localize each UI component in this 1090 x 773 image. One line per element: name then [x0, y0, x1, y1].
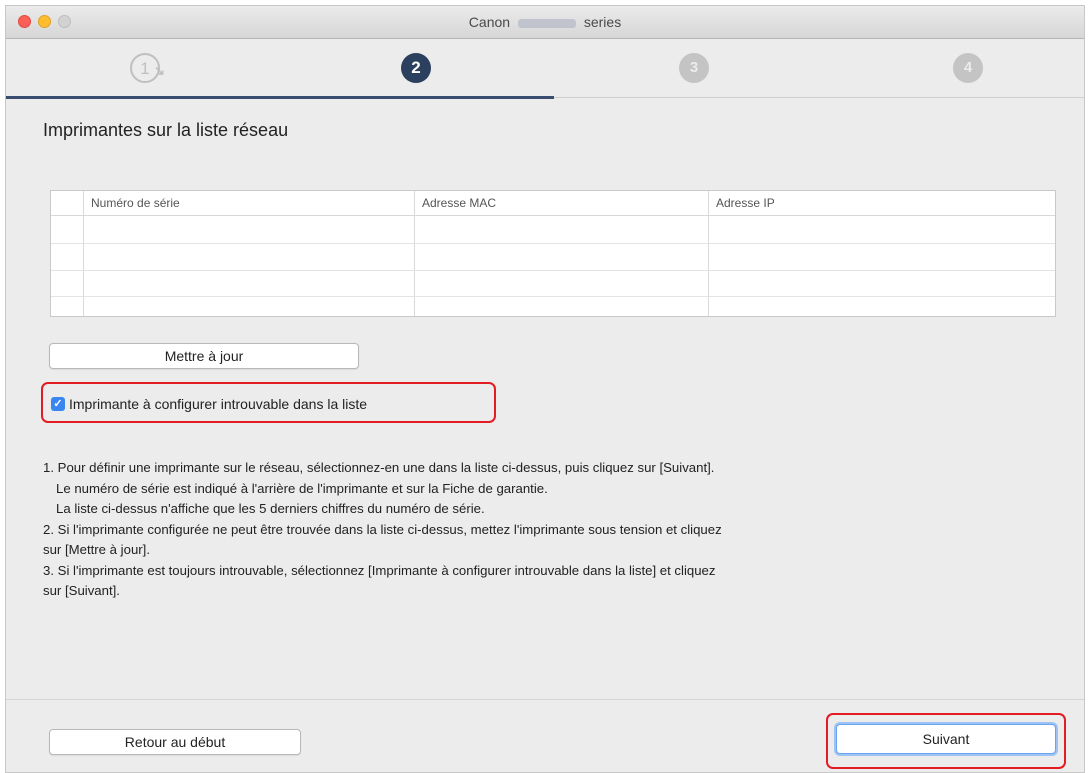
- page-title: Imprimantes sur la liste réseau: [43, 120, 289, 140]
- redacted-model-name: [517, 18, 576, 28]
- column-header-serial[interactable]: Numéro de série: [91, 196, 180, 210]
- column-header-mac[interactable]: Adresse MAC: [422, 196, 496, 210]
- window-title-prefix: Canon: [468, 14, 511, 30]
- instruction-line: 1. Pour définir une imprimante sur le ré…: [43, 460, 715, 475]
- step-4-pending-icon: 4: [953, 53, 983, 83]
- column-divider: [83, 191, 84, 316]
- back-to-start-button[interactable]: Retour au début: [49, 729, 301, 755]
- instructions-text: 1. Pour définir une imprimante sur le ré…: [43, 458, 1073, 602]
- window-title-suffix: series: [583, 14, 622, 30]
- next-button[interactable]: Suivant: [836, 724, 1056, 754]
- printer-list-table[interactable]: Numéro de série Adresse MAC Adresse IP: [50, 190, 1056, 317]
- empty-table-row[interactable]: [51, 296, 1055, 297]
- step-2-current-icon: 2: [401, 53, 431, 83]
- empty-table-row[interactable]: [51, 243, 1055, 244]
- window-title: Canon series: [6, 14, 1084, 30]
- step-1-check-arrow-icon: ↘: [154, 63, 165, 78]
- installer-window: Canon series 1 ↘ 2 3 4 Imprimantes sur la…: [5, 5, 1085, 773]
- update-button[interactable]: Mettre à jour: [49, 343, 359, 369]
- step-3-pending-icon: 3: [679, 53, 709, 83]
- printer-not-found-label[interactable]: Imprimante à configurer introuvable dans…: [69, 396, 367, 412]
- instruction-line: 3. Si l'imprimante est toujours introuva…: [43, 562, 716, 578]
- printer-not-found-checkbox[interactable]: ✓: [51, 397, 65, 411]
- instruction-line: Le numéro de série est indiqué à l'arriè…: [56, 480, 548, 496]
- step-3-label: 3: [689, 59, 699, 76]
- step-progress-bar: [6, 96, 554, 99]
- instruction-line: sur [Suivant].: [43, 583, 120, 598]
- instruction-line: sur [Mettre à jour].: [43, 542, 151, 557]
- instruction-line: La liste ci-dessus n'affiche que les 5 d…: [56, 501, 485, 516]
- step-1-label: 1: [140, 59, 150, 78]
- instruction-line: 2. Si l'imprimante configurée ne peut êt…: [43, 521, 722, 537]
- empty-table-row[interactable]: [51, 270, 1055, 271]
- step-indicator: 1 ↘ 2 3 4: [6, 39, 1084, 98]
- step-1-done-icon: 1 ↘: [130, 53, 165, 83]
- column-divider: [708, 191, 709, 316]
- table-header: Numéro de série Adresse MAC Adresse IP: [51, 191, 1055, 216]
- title-bar: Canon series: [6, 6, 1084, 39]
- step-4-label: 4: [963, 59, 973, 76]
- column-divider: [414, 191, 415, 316]
- footer-divider: [6, 699, 1084, 700]
- step-2-label: 2: [411, 58, 421, 77]
- column-header-ip[interactable]: Adresse IP: [716, 196, 775, 210]
